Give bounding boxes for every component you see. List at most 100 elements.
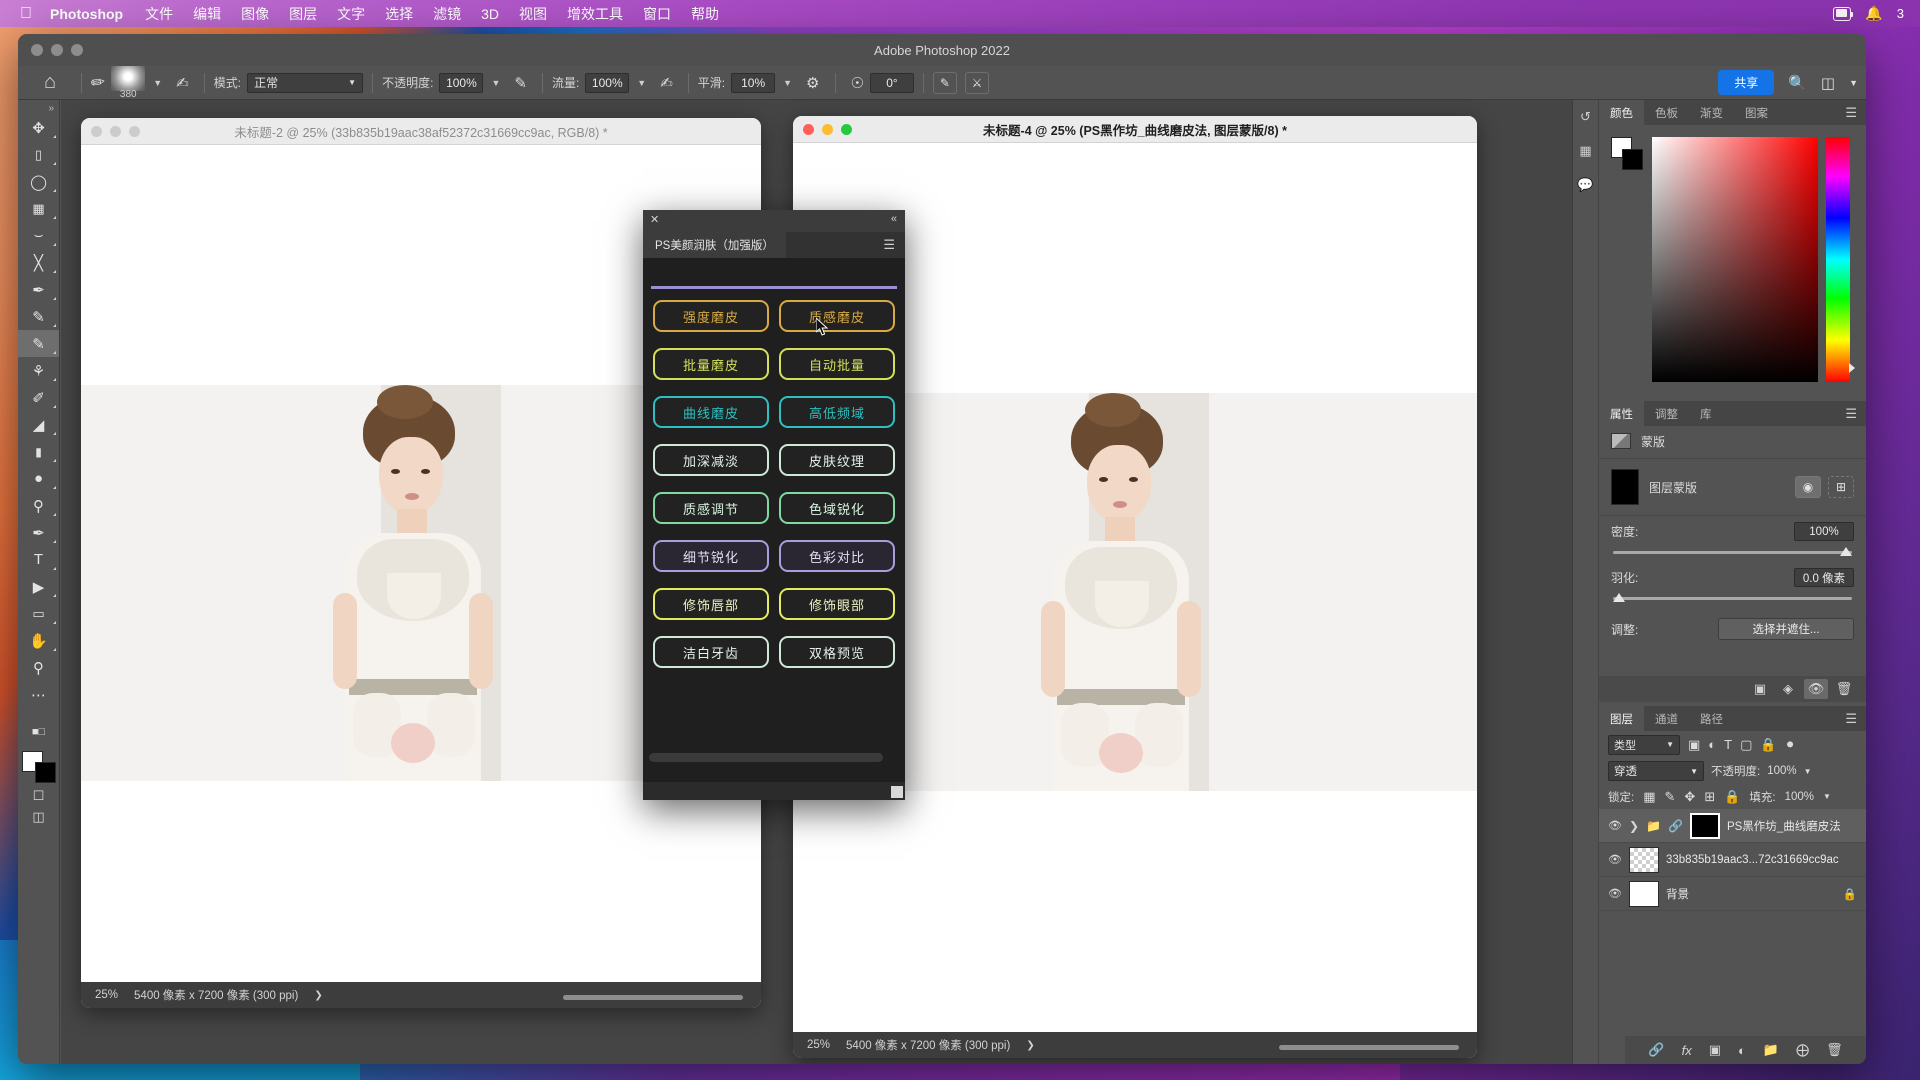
search-icon[interactable]: 🔍 <box>1788 74 1807 92</box>
gear-icon[interactable]: ⚙ <box>806 74 819 92</box>
filter-toggle-icon[interactable]: ⚫ <box>1785 737 1796 753</box>
lock-artboard-icon[interactable]: ⊞ <box>1704 789 1715 805</box>
table-row[interactable]: 👁 背景 🔒 <box>1599 877 1866 911</box>
menu-select[interactable]: 选择 <box>385 4 413 24</box>
menu-edit[interactable]: 编辑 <box>193 4 221 24</box>
menu-image[interactable]: 图像 <box>241 4 269 24</box>
tool-dodge[interactable]: ⚲ <box>18 492 59 519</box>
menu-help[interactable]: 帮助 <box>691 4 719 24</box>
color-swatches[interactable] <box>22 751 56 783</box>
menu-type[interactable]: 文字 <box>337 4 365 24</box>
smart-object-filter-icon[interactable]: 🔒 <box>1760 737 1776 753</box>
opacity-input[interactable]: 100% <box>439 73 483 93</box>
window-minimize-button[interactable] <box>51 44 63 56</box>
adjustment-layer-icon[interactable]: ◐ <box>1738 1043 1746 1058</box>
layer-mask-thumbnail[interactable] <box>1690 813 1720 839</box>
tool-clone-stamp[interactable]: ⚘ <box>18 357 59 384</box>
doc1-close-button[interactable] <box>91 126 102 137</box>
density-slider[interactable] <box>1613 551 1852 554</box>
background-color-swatch[interactable] <box>35 762 56 783</box>
plugin-button-auto-batch[interactable]: 自动批量 <box>779 348 895 380</box>
plugin-button-curve-smooth[interactable]: 曲线磨皮 <box>653 396 769 428</box>
layer-comps-icon[interactable]: ▦ <box>1573 134 1598 168</box>
tool-zoom[interactable]: ⚲ <box>18 654 59 681</box>
airbrush-icon[interactable]: ✍ <box>660 74 673 92</box>
tool-history-brush[interactable]: ✐ <box>18 384 59 411</box>
layer-opacity-value[interactable]: 100% <box>1767 765 1796 777</box>
plugin-button-color-contrast[interactable]: 色彩对比 <box>779 540 895 572</box>
doc1-zoom-level[interactable]: 25% <box>95 989 118 1001</box>
more-tools-icon[interactable]: ⋯ <box>18 681 59 708</box>
close-icon[interactable]: ✕ <box>650 213 659 226</box>
brush-icon[interactable]: ✏ <box>90 72 107 94</box>
doc1-minimize-button[interactable] <box>110 126 121 137</box>
table-row[interactable]: 👁 33b835b19aac3...72c31669cc9ac <box>1599 843 1866 877</box>
expand-toolbar-icon[interactable]: » <box>18 100 59 114</box>
chevron-down-icon[interactable]: ▼ <box>1823 792 1831 801</box>
tab-patterns[interactable]: 图案 <box>1734 100 1779 125</box>
chevron-down-icon[interactable]: ▼ <box>153 78 162 88</box>
background-color-swatch[interactable] <box>1622 149 1643 170</box>
hamburger-icon[interactable]: ☰ <box>883 237 905 253</box>
load-selection-icon[interactable]: ▣ <box>1748 679 1772 699</box>
apple-icon[interactable]:  <box>20 6 32 22</box>
tab-swatches[interactable]: 色板 <box>1644 100 1689 125</box>
plugin-button-gamut-sharpen[interactable]: 色域锐化 <box>779 492 895 524</box>
color-picker-field[interactable] <box>1652 137 1818 382</box>
pixel-filter-icon[interactable]: ▣ <box>1688 737 1700 753</box>
doc2-close-button[interactable] <box>803 124 814 135</box>
fill-value[interactable]: 100% <box>1785 791 1814 803</box>
symmetry-icon[interactable]: ⚔ <box>965 72 989 94</box>
link-layers-icon[interactable]: 🔗 <box>1648 1042 1664 1058</box>
doc1-traffic-lights[interactable] <box>91 126 140 137</box>
doc1-zoom-button[interactable] <box>129 126 140 137</box>
hamburger-icon[interactable]: ☰ <box>1836 706 1866 731</box>
tool-spot-healing-brush[interactable]: ✎ <box>18 303 59 330</box>
tool-crop[interactable]: ⌣ <box>18 222 59 249</box>
apply-mask-icon[interactable]: ◈ <box>1776 679 1800 699</box>
doc2-status-chevron[interactable]: ❯ <box>1026 1040 1034 1051</box>
toggle-mask-icon[interactable]: 👁 <box>1804 679 1828 699</box>
tab-gradients[interactable]: 渐变 <box>1689 100 1734 125</box>
menu-file[interactable]: 文件 <box>145 4 173 24</box>
delete-mask-icon[interactable]: 🗑 <box>1832 679 1856 699</box>
pressure-opacity-icon[interactable]: ✎ <box>514 74 527 92</box>
menu-filter[interactable]: 滤镜 <box>433 4 461 24</box>
window-traffic-lights[interactable] <box>31 44 83 56</box>
chevron-down-icon[interactable]: ▼ <box>491 78 500 88</box>
layer-visibility-icon[interactable]: 👁 <box>1608 819 1622 832</box>
tab-adjustments[interactable]: 调整 <box>1644 401 1689 426</box>
smoothing-input[interactable]: 10% <box>731 73 775 93</box>
lock-image-icon[interactable]: ✎ <box>1665 789 1676 805</box>
tab-channels[interactable]: 通道 <box>1644 706 1689 731</box>
plugin-button-whiten-teeth[interactable]: 洁白牙齿 <box>653 636 769 668</box>
chevron-down-icon[interactable]: ▼ <box>1804 767 1812 776</box>
tool-eyedropper[interactable]: ✒ <box>18 276 59 303</box>
new-group-icon[interactable]: 📁 <box>1763 1042 1779 1058</box>
plugin-button-dual-preview[interactable]: 双格预览 <box>779 636 895 668</box>
density-value[interactable]: 100% <box>1794 522 1854 541</box>
hue-strip[interactable] <box>1826 137 1850 382</box>
layer-filter-select[interactable]: 类型 ▼ <box>1608 735 1680 755</box>
workspace-icon[interactable]: ◫ <box>1821 74 1835 92</box>
select-and-mask-button[interactable]: 选择并遮住... <box>1718 618 1854 640</box>
plugin-panel-resize-handle[interactable] <box>891 786 903 798</box>
tool-brush[interactable]: ✎ <box>18 330 59 357</box>
pressure-size-icon[interactable]: ✎ <box>933 72 957 94</box>
delete-layer-icon[interactable]: 🗑 <box>1826 1042 1843 1058</box>
tool-path-selection[interactable]: ▶ <box>18 573 59 600</box>
menu-view[interactable]: 视图 <box>519 4 547 24</box>
mask-link-icon[interactable]: 🔗 <box>1668 819 1683 833</box>
tool-frame[interactable]: ╳ <box>18 249 59 276</box>
adjustment-filter-icon[interactable]: ◐ <box>1708 737 1716 752</box>
doc2-zoom-button[interactable] <box>841 124 852 135</box>
type-filter-icon[interactable]: T <box>1724 737 1732 752</box>
plugin-button-retouch-eyes[interactable]: 修饰眼部 <box>779 588 895 620</box>
feather-slider[interactable] <box>1613 597 1852 600</box>
tool-lasso[interactable]: ◯ <box>18 168 59 195</box>
tool-object-selection[interactable]: ▦ <box>18 195 59 222</box>
chevron-right-icon[interactable]: ❯ <box>1629 819 1639 833</box>
brush-settings-icon[interactable]: ✍ <box>176 74 189 92</box>
tab-layers[interactable]: 图层 <box>1599 706 1644 731</box>
layer-thumbnail[interactable] <box>1629 881 1659 907</box>
